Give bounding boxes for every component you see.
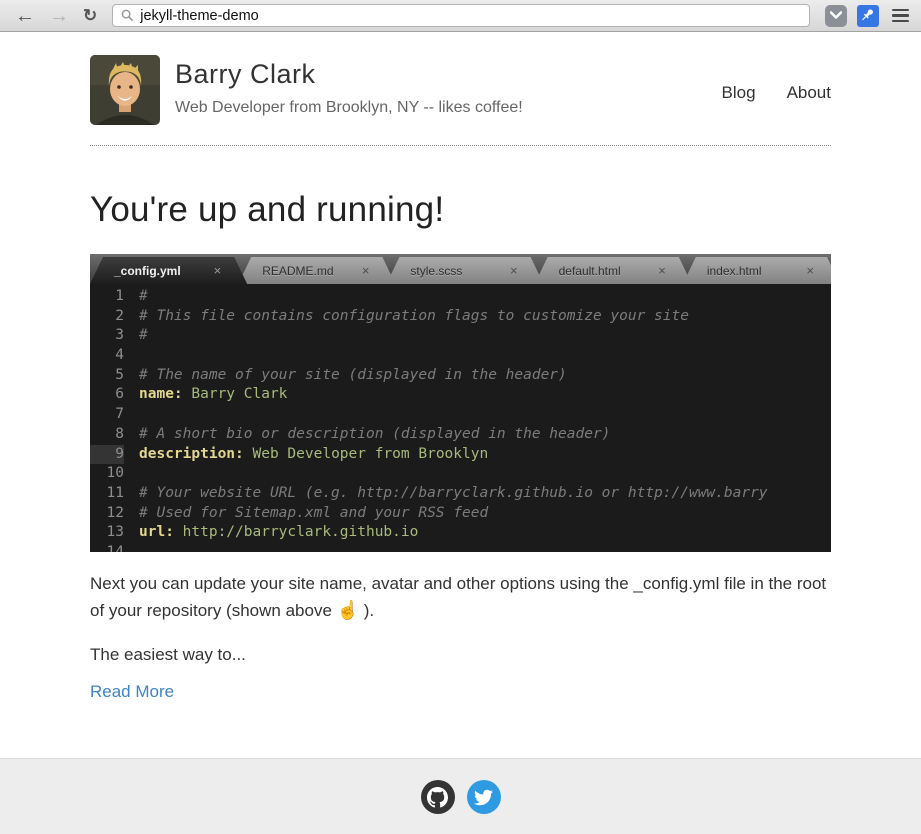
- editor-tab-label: _config.yml: [114, 264, 214, 278]
- code-line-9: 9 description: Web Developer from Brookly…: [90, 445, 831, 465]
- reload-icon[interactable]: ↻: [83, 7, 97, 24]
- twitter-icon[interactable]: [467, 780, 501, 814]
- line-number: 3: [90, 326, 124, 346]
- read-more-link[interactable]: Read More: [90, 682, 174, 702]
- header-divider: [90, 145, 831, 146]
- line-content: # Your website URL (e.g. http://barrycla…: [139, 485, 768, 501]
- code-line-5: 5 # The name of your site (displayed in t…: [90, 366, 831, 386]
- avatar[interactable]: [90, 55, 160, 125]
- line-content: name: Barry Clark: [139, 386, 287, 402]
- line-number: 12: [90, 504, 124, 524]
- line-content: # Used for Sitemap.xml and your RSS feed: [139, 505, 488, 521]
- back-icon[interactable]: ←: [15, 6, 35, 26]
- paragraph-config-info: Next you can update your site name, avat…: [90, 570, 831, 624]
- site-description: Web Developer from Brooklyn, NY -- likes…: [175, 99, 691, 117]
- tab-close-icon: ×: [362, 263, 370, 278]
- site-name[interactable]: Barry Clark: [175, 59, 691, 90]
- line-number: 1: [90, 287, 124, 307]
- editor-tab-index.html: index.html×: [683, 257, 831, 284]
- line-content: description: Web Developer from Brooklyn: [139, 446, 488, 462]
- site-nav: Blog About: [691, 55, 831, 125]
- code-line-11: 11 # Your website URL (e.g. http://barryc…: [90, 484, 831, 504]
- pushpin-icon[interactable]: [857, 5, 879, 27]
- editor-tab-README.md: README.md×: [238, 257, 395, 284]
- browser-toolbar: ← → ↻ jekyll-theme-demo: [0, 0, 921, 32]
- masthead: Barry Clark Web Developer from Brooklyn,…: [90, 32, 831, 125]
- editor-tab-label: README.md: [262, 264, 362, 278]
- pocket-icon[interactable]: [825, 5, 847, 27]
- line-content: # A short bio or description (displayed …: [139, 426, 610, 442]
- url-text: jekyll-theme-demo: [140, 8, 258, 24]
- tab-close-icon: ×: [806, 263, 814, 278]
- tab-close-icon: ×: [510, 263, 518, 278]
- line-number: 4: [90, 346, 124, 366]
- code-line-4: 4: [90, 346, 831, 366]
- code-line-3: 3#: [90, 326, 831, 346]
- line-number: 9: [90, 445, 124, 465]
- line-content: url: http://barryclark.github.io: [139, 524, 418, 540]
- line-number: 8: [90, 425, 124, 445]
- code-line-13: 13 url: http://barryclark.github.io: [90, 523, 831, 543]
- line-number: 11: [90, 484, 124, 504]
- editor-tab-style.scss: style.scss×: [386, 257, 543, 284]
- line-number: 2: [90, 307, 124, 327]
- line-number: 10: [90, 464, 124, 484]
- editor-tab-label: style.scss: [410, 264, 510, 278]
- code-line-2: 2 # This file contains configuration flag…: [90, 307, 831, 327]
- editor-tab-_config.yml: _config.yml×: [90, 257, 247, 284]
- config-screenshot-image: _config.yml×README.md×style.scss×default…: [90, 254, 831, 552]
- tab-close-icon: ×: [214, 263, 222, 278]
- code-line-12: 12 # Used for Sitemap.xml and your RSS fe…: [90, 504, 831, 524]
- line-content: #: [139, 327, 148, 343]
- line-content: #: [139, 288, 148, 304]
- code-line-14: 14: [90, 543, 831, 552]
- forward-icon[interactable]: →: [49, 6, 69, 26]
- github-icon[interactable]: [421, 780, 455, 814]
- search-icon: [121, 9, 134, 22]
- code-area: 1#2# This file contains configuration fl…: [90, 284, 831, 552]
- code-line-6: 6 name: Barry Clark: [90, 385, 831, 405]
- editor-tab-bar: _config.yml×README.md×style.scss×default…: [90, 254, 831, 284]
- editor-tab-default.html: default.html×: [535, 257, 692, 284]
- nav-link-blog[interactable]: Blog: [722, 83, 756, 103]
- editor-tab-label: default.html: [559, 264, 659, 278]
- line-number: 13: [90, 523, 124, 543]
- post: You're up and running! _config.yml×READM…: [90, 190, 831, 702]
- code-line-10: 10: [90, 464, 831, 484]
- menu-icon[interactable]: [892, 6, 909, 26]
- nav-link-about[interactable]: About: [787, 83, 831, 103]
- line-number: 6: [90, 385, 124, 405]
- line-number: 14: [90, 543, 124, 552]
- paragraph-excerpt: The easiest way to...: [90, 641, 831, 668]
- code-line-1: 1#: [90, 287, 831, 307]
- address-bar[interactable]: jekyll-theme-demo: [112, 4, 810, 27]
- line-content: # This file contains configuration flags…: [139, 308, 689, 324]
- tab-close-icon: ×: [658, 263, 666, 278]
- code-line-7: 7: [90, 405, 831, 425]
- editor-tab-label: index.html: [707, 264, 807, 278]
- post-title: You're up and running!: [90, 190, 831, 230]
- line-number: 5: [90, 366, 124, 386]
- point-up-emoji: ☝: [337, 600, 359, 620]
- line-content: # The name of your site (displayed in th…: [139, 367, 567, 383]
- code-line-8: 8 # A short bio or description (displayed…: [90, 425, 831, 445]
- site-footer: [0, 758, 921, 834]
- line-number: 7: [90, 405, 124, 425]
